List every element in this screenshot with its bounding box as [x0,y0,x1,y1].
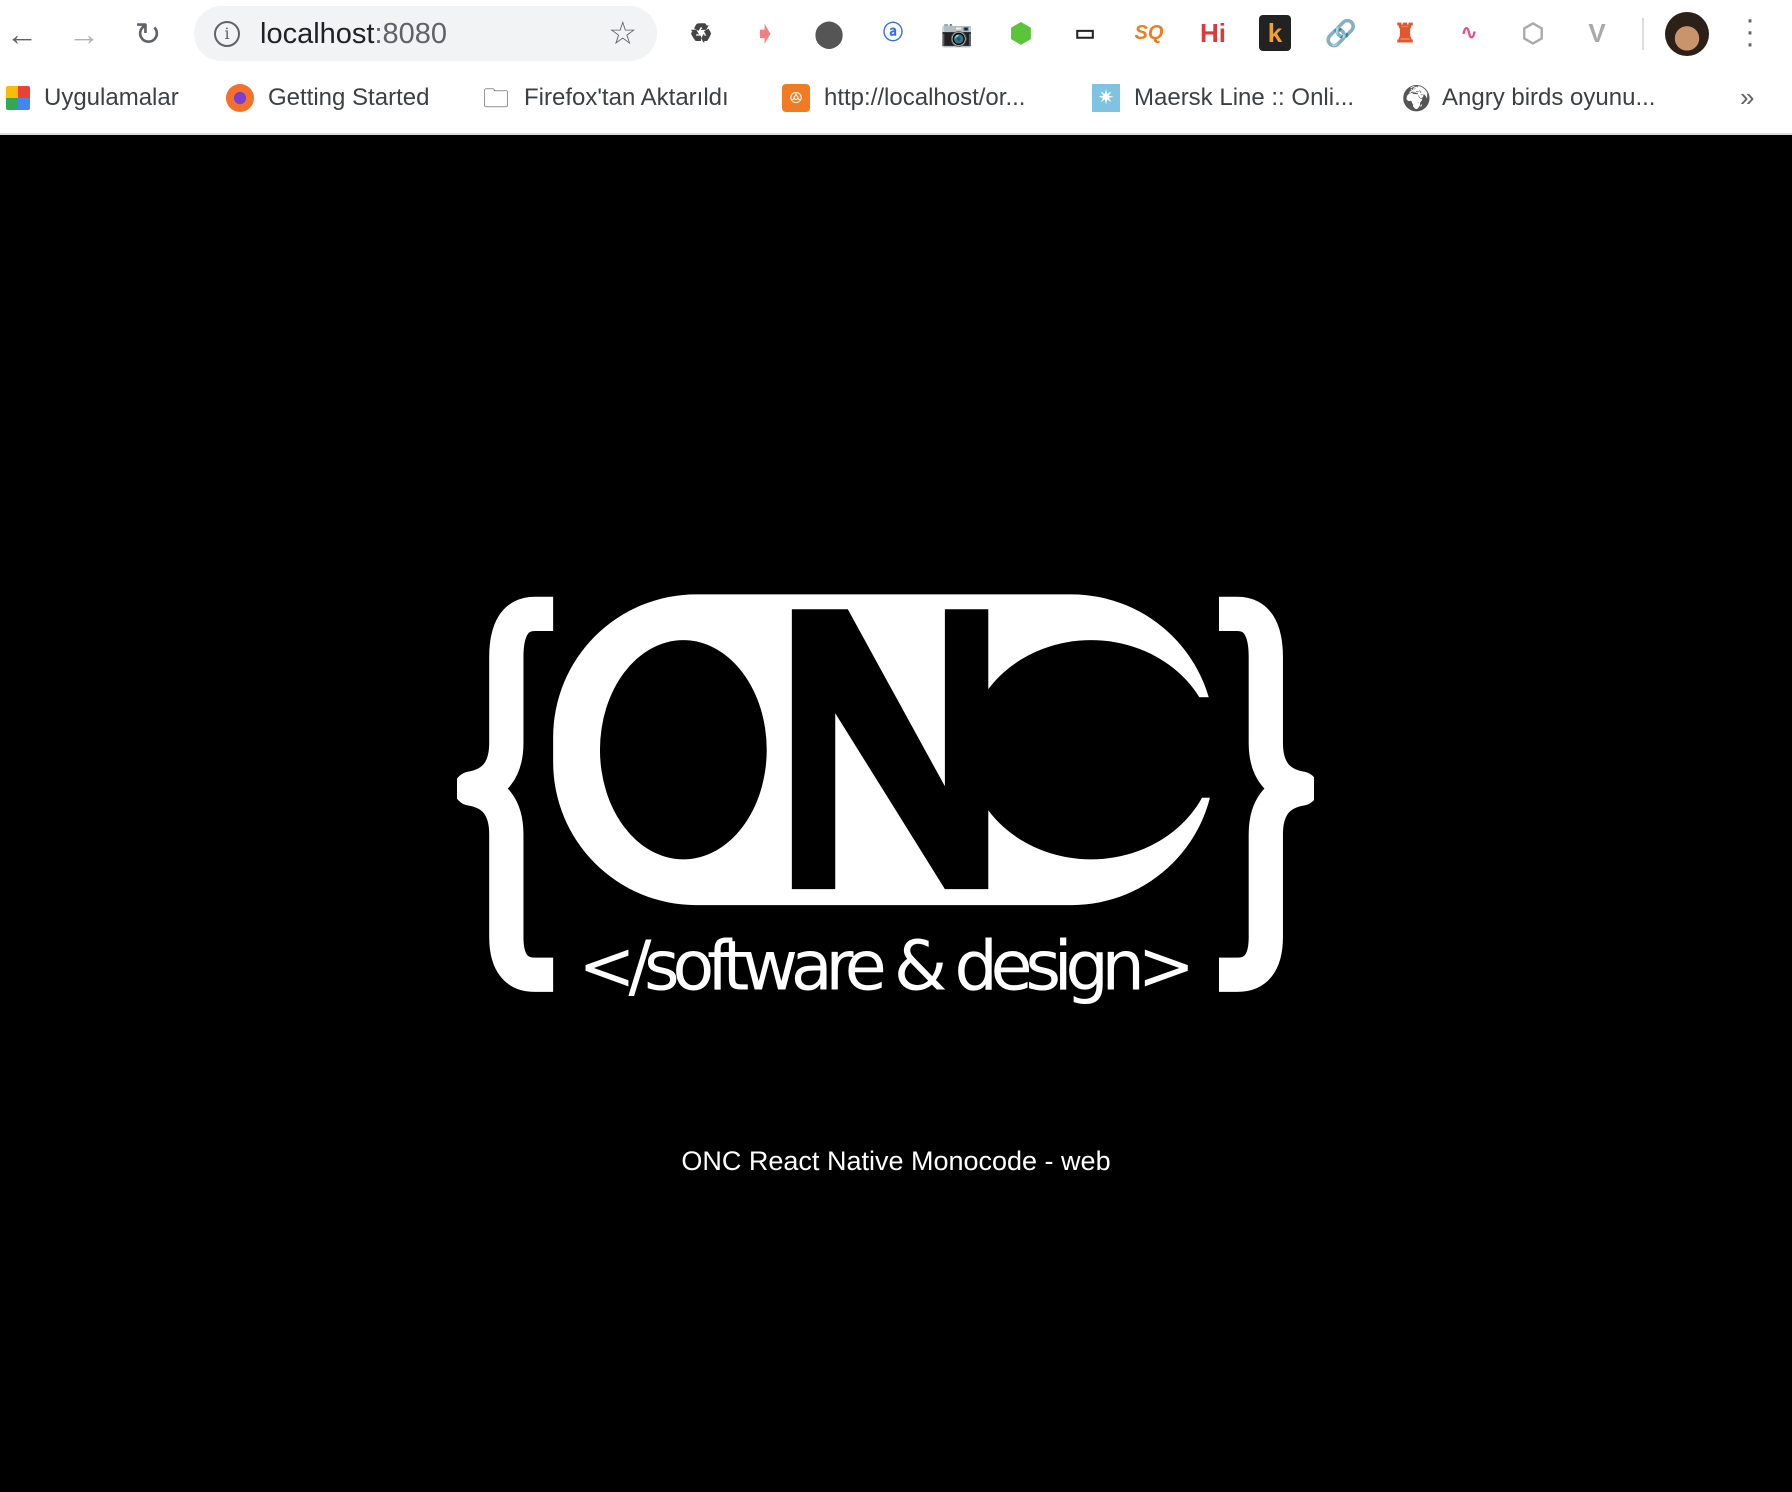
apps-grid-icon [6,86,30,110]
bookmarks-bar: Uygulamalar Getting Started 🗀 Firefox'tan… [0,76,1792,120]
cube-icon[interactable]: ⬡ [1515,15,1551,51]
bookmark-star-icon[interactable]: ☆ [608,14,637,52]
logo-tagline: </software & design> [578,927,1195,1007]
maersk-star-icon: ✷ [1092,84,1120,112]
vue-icon[interactable]: V [1579,15,1615,51]
k-icon[interactable]: k [1259,15,1291,51]
bookmark-label: Firefox'tan Aktarıldı [524,84,729,111]
globe-icon: 🌍︎ [1400,83,1434,113]
onc-logo: </software & design> [457,594,1314,1007]
site-info-icon[interactable]: i [214,21,240,47]
bookmark-label: Angry birds oyunu... [1442,84,1656,111]
lighthouse-icon[interactable]: ♜ [1387,15,1423,51]
bookmark-label: Getting Started [268,84,430,111]
bookmark-apps[interactable]: Uygulamalar [6,80,179,116]
shield-icon[interactable]: ⬤ [811,15,847,51]
bookmark-label: Uygulamalar [44,84,179,111]
bookmark-angry-birds[interactable]: 🌍︎ Angry birds oyunu... [1400,80,1655,116]
bookmark-getting-started[interactable]: Getting Started [226,80,429,116]
recycle-icon[interactable]: ♻ [683,15,719,51]
xampp-icon: ꔮ [782,84,810,112]
camera-icon[interactable]: 📷 [939,15,975,51]
page-caption: ONC React Native Monocode - web [681,1146,1111,1176]
reload-button[interactable]: ↻ [128,14,168,54]
sq-icon[interactable]: SQ [1131,15,1167,51]
bookmark-maersk[interactable]: ✷ Maersk Line :: Onli... [1092,80,1354,116]
toolbar-divider [1642,18,1644,50]
logo-letter-o [599,640,767,860]
link-icon[interactable]: 🔗 [1323,15,1359,51]
folder-icon: 🗀 [482,83,509,113]
browser-toolbar: ← → ↻ i localhost:8080 ☆ ♻ ➧ ⬤ ⓐ 📷 ⬢ ▭ S… [0,0,1792,135]
left-brace [457,596,554,992]
forward-button[interactable]: → [64,14,104,54]
menu-kebab-icon[interactable]: · · · [1740,5,1760,59]
bookmark-folder-firefox[interactable]: 🗀 Firefox'tan Aktarıldı [482,80,729,116]
right-brace [1218,596,1314,992]
back-button[interactable]: ← [2,14,42,54]
wave-icon[interactable]: ∿ [1451,15,1487,51]
bookmark-label: http://localhost/or... [824,84,1026,111]
firefox-icon [226,84,254,112]
bookmark-localhost[interactable]: ꔮ http://localhost/or... [782,80,1025,116]
hi-icon[interactable]: Hi [1195,15,1231,51]
amazon-icon[interactable]: ⓐ [875,15,911,51]
url-text[interactable]: localhost:8080 [260,18,447,51]
profile-avatar[interactable] [1665,12,1709,56]
devices-icon[interactable]: ▭ [1067,15,1103,51]
more-bookmarks-button[interactable]: » [1740,82,1754,113]
thumbs-up-icon[interactable]: ⬢ [1003,15,1039,51]
address-bar[interactable]: i localhost:8080 ☆ [194,6,657,61]
arrow-icon[interactable]: ➧ [747,15,783,51]
bookmark-label: Maersk Line :: Onli... [1134,84,1355,111]
